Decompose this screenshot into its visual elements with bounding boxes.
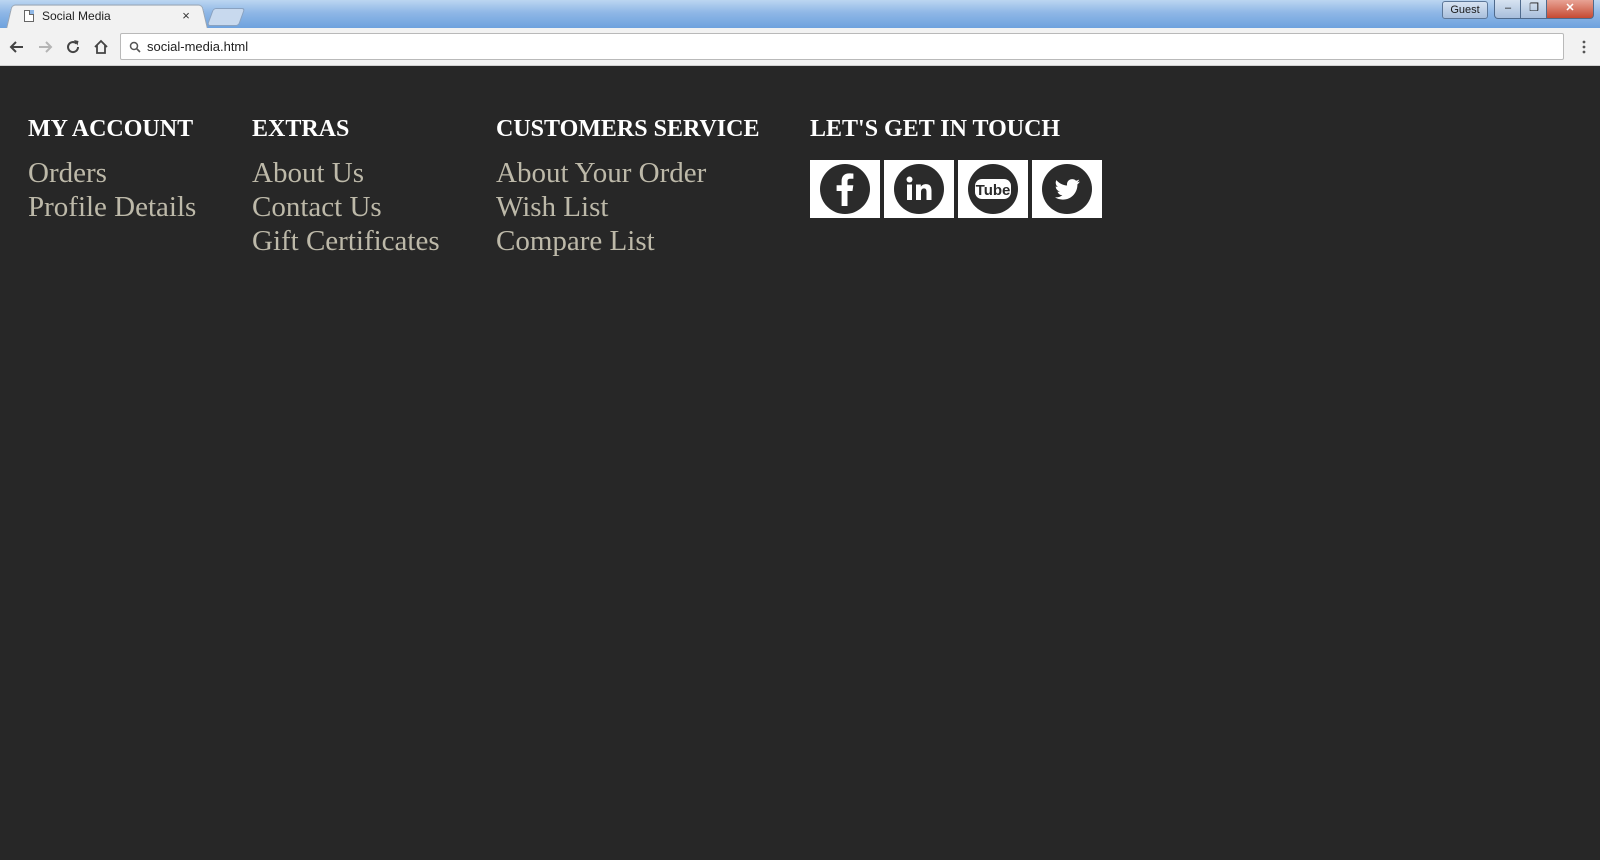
maximize-button[interactable]: ❐ [1520,0,1548,19]
link-contact-us[interactable]: Contact Us [252,190,440,224]
footer-column-get-in-touch: LET'S GET IN TOUCH Tube [810,112,1102,218]
guest-profile-button[interactable]: Guest [1442,1,1488,19]
page-viewport: MY ACCOUNT Orders Profile Details EXTRAS… [0,66,1600,860]
youtube-link[interactable]: Tube [958,160,1028,218]
address-bar[interactable]: social-media.html [120,33,1564,60]
link-about-us[interactable]: About Us [252,156,440,190]
page-icon [24,10,34,22]
column-heading: EXTRAS [252,116,350,142]
link-orders[interactable]: Orders [28,156,196,190]
footer-column-my-account: MY ACCOUNT Orders Profile Details [28,112,196,224]
tab-close-button[interactable]: × [178,8,194,24]
reload-icon [67,40,80,54]
close-window-button[interactable]: ✕ [1546,0,1594,19]
link-gift-certificates[interactable]: Gift Certificates [252,224,440,258]
link-list: About Us Contact Us Gift Certificates [252,156,440,258]
link-list: About Your Order Wish List Compare List [496,156,759,258]
footer-column-extras: EXTRAS About Us Contact Us Gift Certific… [252,112,440,258]
youtube-icon: Tube [968,164,1018,214]
twitter-link[interactable] [1032,160,1102,218]
arrow-left-icon [9,41,23,53]
forward-button[interactable] [33,35,57,59]
tab-title: Social Media [42,9,111,23]
column-heading: CUSTOMERS SERVICE [496,116,760,142]
browser-toolbar: social-media.html [0,28,1600,66]
home-button[interactable] [89,35,113,59]
browser-menu-button[interactable] [1574,35,1594,59]
tab[interactable]: Social Media × [18,5,198,27]
kebab-menu-icon [1582,40,1586,54]
link-wish-list[interactable]: Wish List [496,190,759,224]
link-compare-list[interactable]: Compare List [496,224,759,258]
home-icon [94,39,108,54]
reload-button[interactable] [61,35,85,59]
search-icon [127,39,143,55]
link-profile-details[interactable]: Profile Details [28,190,196,224]
new-tab-button[interactable] [206,8,246,26]
browser-window: Social Media × Guest – ❐ ✕ social-media.… [0,0,1600,860]
facebook-icon [820,164,870,214]
twitter-icon [1042,164,1092,214]
arrow-right-icon [39,41,53,53]
column-heading: LET'S GET IN TOUCH [810,116,1061,142]
column-heading: MY ACCOUNT [28,116,194,142]
linkedin-link[interactable] [884,160,954,218]
link-list: Orders Profile Details [28,156,196,224]
facebook-link[interactable] [810,160,880,218]
address-text[interactable]: social-media.html [147,39,248,54]
social-icons-row: Tube [810,160,1102,218]
title-bar: Social Media × Guest – ❐ ✕ [0,0,1600,28]
back-button[interactable] [5,35,29,59]
footer-column-customers-service: CUSTOMERS SERVICE About Your Order Wish … [496,112,759,258]
linkedin-icon [894,164,944,214]
minimize-button[interactable]: – [1494,0,1522,19]
svg-text:Tube: Tube [976,182,1011,199]
link-about-your-order[interactable]: About Your Order [496,156,759,190]
